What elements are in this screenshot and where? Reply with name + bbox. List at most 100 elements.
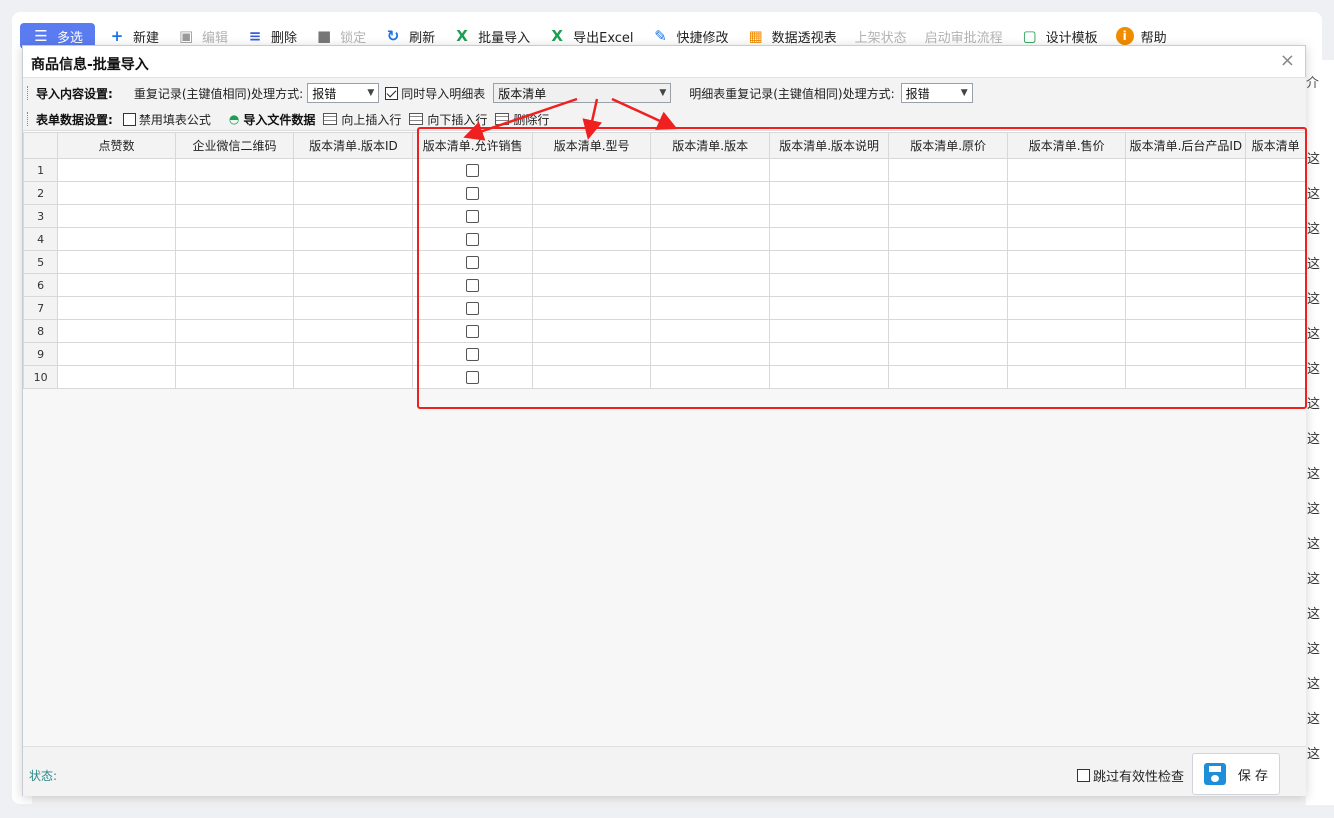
skip-validation-checkbox[interactable] bbox=[1077, 769, 1090, 782]
duplicate-handling-select[interactable]: 报错 ▼ bbox=[307, 83, 380, 103]
table-cell[interactable] bbox=[412, 296, 533, 320]
insert-below-button[interactable]: 向下插入行 bbox=[409, 111, 487, 128]
row-number[interactable]: 8 bbox=[23, 319, 59, 343]
table-cell[interactable] bbox=[57, 181, 176, 205]
table-cell[interactable] bbox=[768, 342, 890, 366]
table-cell[interactable] bbox=[412, 365, 533, 389]
table-cell[interactable] bbox=[174, 181, 295, 205]
table-cell[interactable] bbox=[174, 158, 295, 182]
table-cell[interactable] bbox=[412, 158, 533, 182]
table-cell[interactable] bbox=[1125, 227, 1247, 251]
table-cell[interactable] bbox=[1006, 365, 1127, 389]
table-cell[interactable] bbox=[293, 273, 414, 297]
table-cell[interactable] bbox=[1006, 342, 1127, 366]
table-cell[interactable] bbox=[174, 365, 295, 389]
column-header[interactable]: 版本清单.原价 bbox=[888, 132, 1008, 159]
table-cell[interactable] bbox=[650, 158, 770, 182]
table-cell[interactable] bbox=[1006, 204, 1127, 228]
table-cell[interactable] bbox=[174, 273, 295, 297]
column-header[interactable]: 版本清单.允许销售 bbox=[412, 132, 533, 159]
table-cell[interactable] bbox=[57, 365, 176, 389]
row-number[interactable]: 9 bbox=[23, 342, 59, 366]
table-cell[interactable] bbox=[174, 319, 295, 343]
table-cell[interactable] bbox=[531, 204, 652, 228]
save-button[interactable]: 保 存 bbox=[1192, 753, 1280, 795]
column-header[interactable]: 版本清单.版本 bbox=[650, 132, 770, 159]
table-cell[interactable] bbox=[412, 342, 533, 366]
table-cell[interactable] bbox=[293, 365, 414, 389]
table-cell[interactable] bbox=[531, 227, 652, 251]
table-cell[interactable] bbox=[293, 181, 414, 205]
table-cell[interactable] bbox=[174, 250, 295, 274]
column-header[interactable]: 企业微信二维码 bbox=[174, 132, 295, 159]
allow-sale-checkbox[interactable] bbox=[466, 348, 480, 361]
table-cell[interactable] bbox=[650, 204, 770, 228]
table-cell[interactable] bbox=[293, 319, 414, 343]
table-cell[interactable] bbox=[57, 319, 176, 343]
detail-duplicate-select[interactable]: 报错 ▼ bbox=[900, 83, 973, 103]
table-cell[interactable] bbox=[1125, 158, 1247, 182]
skip-validation-option[interactable]: 跳过有效性检查 bbox=[1077, 766, 1184, 785]
allow-sale-checkbox[interactable] bbox=[466, 164, 480, 177]
table-cell[interactable] bbox=[412, 250, 533, 274]
table-cell[interactable] bbox=[1006, 227, 1127, 251]
table-cell[interactable] bbox=[888, 342, 1008, 366]
table-cell[interactable] bbox=[531, 250, 652, 274]
table-cell[interactable] bbox=[768, 158, 890, 182]
table-cell[interactable] bbox=[650, 250, 770, 274]
table-cell[interactable] bbox=[1125, 181, 1247, 205]
table-cell[interactable] bbox=[57, 204, 176, 228]
row-number[interactable]: 7 bbox=[23, 296, 59, 320]
table-cell[interactable] bbox=[1006, 273, 1127, 297]
column-header[interactable]: 版本清单.版本ID bbox=[293, 132, 414, 159]
table-cell[interactable] bbox=[174, 296, 295, 320]
table-cell[interactable] bbox=[412, 227, 533, 251]
table-cell[interactable] bbox=[1245, 158, 1306, 182]
table-cell[interactable] bbox=[412, 273, 533, 297]
table-cell[interactable] bbox=[293, 296, 414, 320]
table-cell[interactable] bbox=[293, 250, 414, 274]
table-cell[interactable] bbox=[768, 250, 890, 274]
table-cell[interactable] bbox=[1125, 296, 1247, 320]
table-cell[interactable] bbox=[768, 273, 890, 297]
column-header[interactable]: 版本清单.售价 bbox=[1006, 132, 1127, 159]
table-cell[interactable] bbox=[174, 227, 295, 251]
table-cell[interactable] bbox=[1125, 365, 1247, 389]
table-cell[interactable] bbox=[174, 204, 295, 228]
table-cell[interactable] bbox=[412, 204, 533, 228]
table-cell[interactable] bbox=[650, 342, 770, 366]
table-cell[interactable] bbox=[888, 227, 1008, 251]
row-number[interactable]: 10 bbox=[23, 365, 59, 389]
table-cell[interactable] bbox=[1006, 181, 1127, 205]
allow-sale-checkbox[interactable] bbox=[466, 371, 480, 384]
table-cell[interactable] bbox=[1125, 204, 1247, 228]
table-cell[interactable] bbox=[412, 319, 533, 343]
insert-above-button[interactable]: 向上插入行 bbox=[323, 111, 401, 128]
table-cell[interactable] bbox=[1006, 158, 1127, 182]
import-detail-checkbox[interactable] bbox=[385, 86, 399, 100]
allow-sale-checkbox[interactable] bbox=[466, 325, 480, 338]
table-cell[interactable] bbox=[1245, 296, 1306, 320]
table-cell[interactable] bbox=[1245, 181, 1306, 205]
table-cell[interactable] bbox=[1125, 342, 1247, 366]
table-cell[interactable] bbox=[888, 181, 1008, 205]
allow-sale-checkbox[interactable] bbox=[466, 302, 480, 315]
table-cell[interactable] bbox=[531, 319, 652, 343]
row-number[interactable]: 5 bbox=[23, 250, 59, 274]
allow-sale-checkbox[interactable] bbox=[466, 256, 480, 269]
table-cell[interactable] bbox=[768, 296, 890, 320]
table-cell[interactable] bbox=[531, 342, 652, 366]
table-cell[interactable] bbox=[768, 227, 890, 251]
allow-sale-checkbox[interactable] bbox=[466, 233, 480, 246]
allow-sale-checkbox[interactable] bbox=[466, 210, 480, 223]
table-cell[interactable] bbox=[57, 273, 176, 297]
table-cell[interactable] bbox=[57, 250, 176, 274]
allow-sale-checkbox[interactable] bbox=[466, 187, 480, 200]
table-cell[interactable] bbox=[1125, 319, 1247, 343]
table-cell[interactable] bbox=[888, 365, 1008, 389]
table-cell[interactable] bbox=[1245, 319, 1306, 343]
column-header[interactable]: 版本清单.后台产品ID bbox=[1125, 132, 1247, 159]
row-number[interactable]: 6 bbox=[23, 273, 59, 297]
table-cell[interactable] bbox=[888, 250, 1008, 274]
table-cell[interactable] bbox=[1245, 227, 1306, 251]
